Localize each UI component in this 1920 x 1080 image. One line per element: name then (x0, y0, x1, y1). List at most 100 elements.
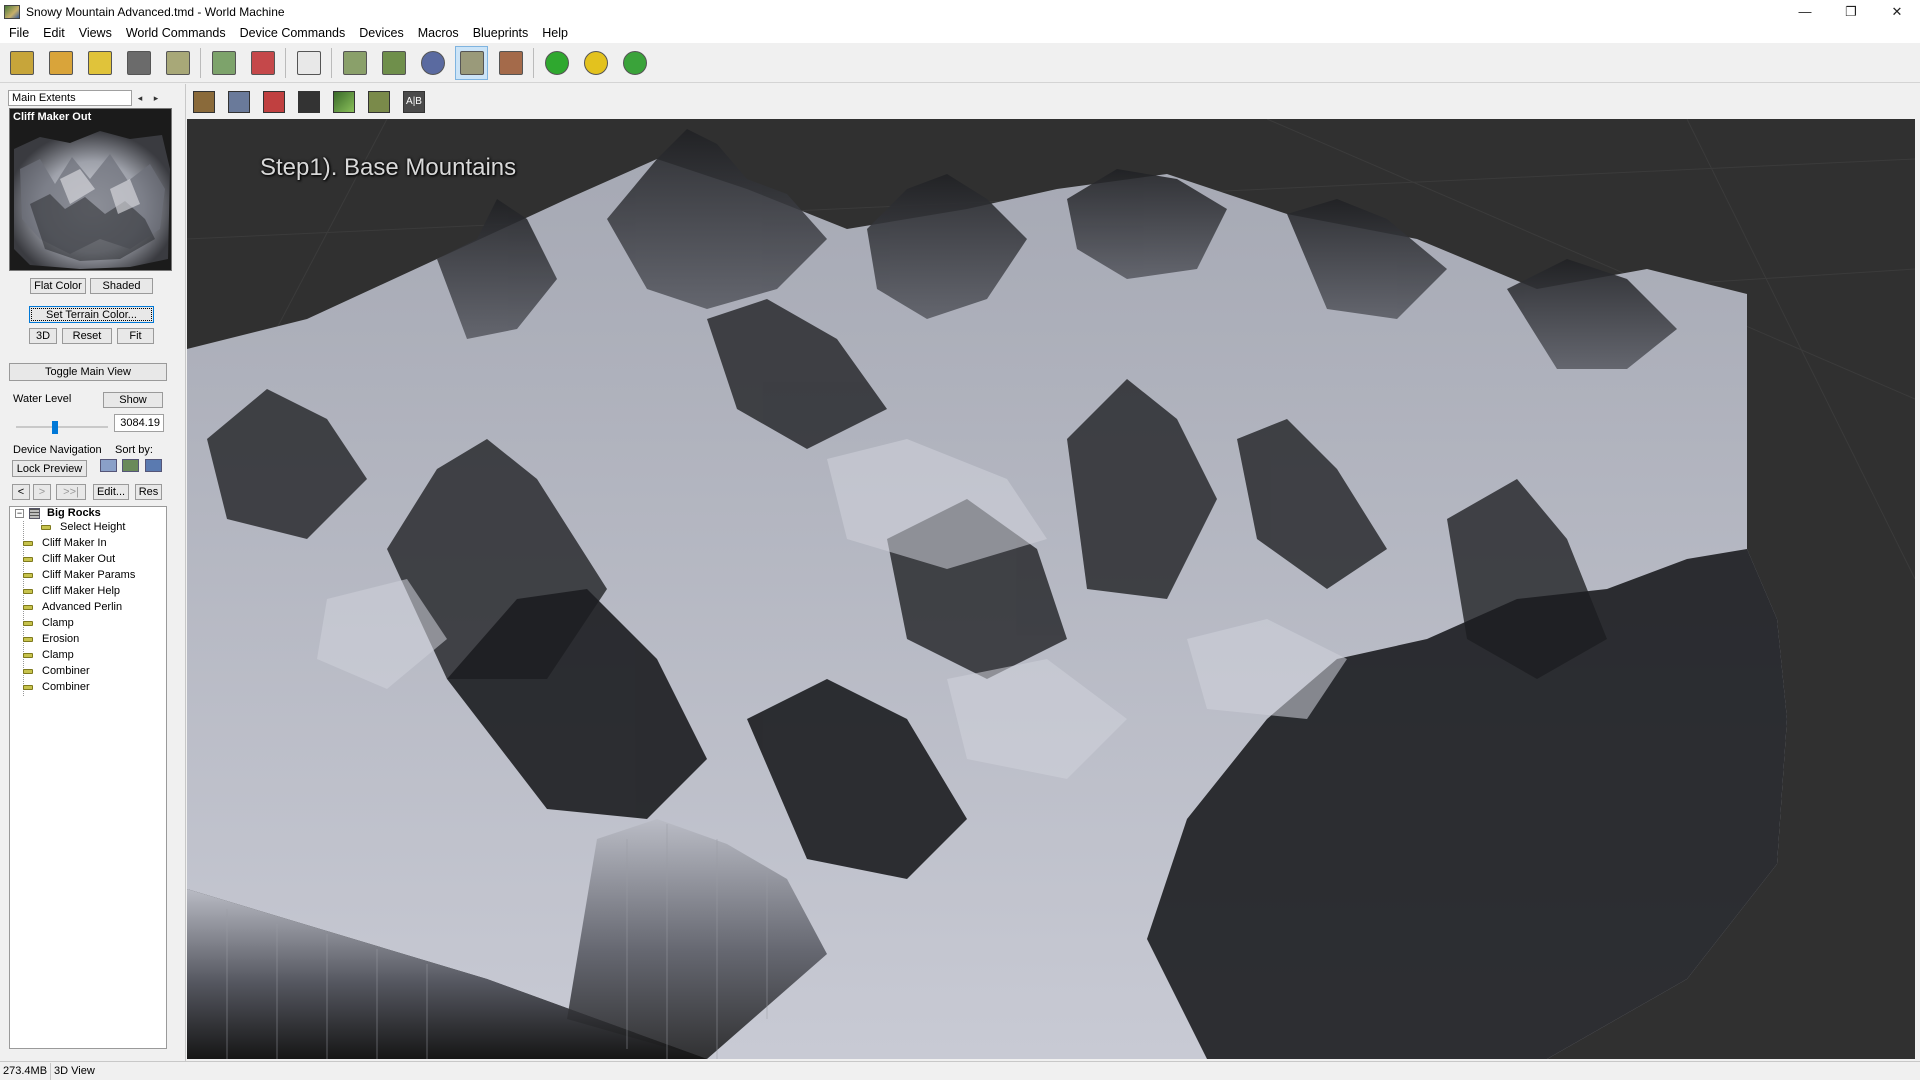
device-icon (23, 589, 33, 594)
menu-device-commands[interactable]: Device Commands (233, 23, 353, 43)
camera-button[interactable] (294, 88, 324, 116)
toolbar-separator (285, 47, 286, 78)
tree-item[interactable]: Combiner (23, 680, 90, 695)
save-button[interactable] (122, 46, 155, 80)
extents-dropdown[interactable]: Main Extents (8, 90, 132, 106)
menu-file[interactable]: File (2, 23, 36, 43)
world-settings-icon (342, 50, 367, 75)
device-icon (23, 541, 33, 546)
preview-reset-button[interactable]: Reset (62, 328, 112, 344)
lock-preview-button[interactable]: Lock Preview (12, 460, 87, 477)
res-button[interactable]: Res (135, 484, 162, 500)
help-button[interactable] (83, 46, 116, 80)
tree-item[interactable]: Advanced Perlin (23, 600, 122, 615)
texture-view-button[interactable] (494, 46, 527, 80)
render-extents-button[interactable] (416, 46, 449, 80)
tree-item[interactable]: Clamp (23, 648, 74, 663)
tree-item[interactable]: Erosion (23, 632, 79, 647)
device-tree[interactable]: − Big Rocks Select Height Cliff Maker In… (9, 506, 167, 1049)
device-icon (23, 573, 33, 578)
open-button[interactable] (44, 46, 77, 80)
menu-edit[interactable]: Edit (36, 23, 72, 43)
water-level-label: Water Level (13, 393, 72, 405)
preview-panel[interactable]: Cliff Maker Out (9, 108, 172, 271)
menu-world-commands[interactable]: World Commands (119, 23, 233, 43)
device-icon (23, 621, 33, 626)
menu-blueprints[interactable]: Blueprints (466, 23, 536, 43)
menu-views[interactable]: Views (72, 23, 119, 43)
device-icon (41, 525, 51, 530)
minimize-button[interactable]: — (1782, 0, 1828, 23)
tree-item-label: Advanced Perlin (42, 601, 123, 613)
edit-device-button[interactable]: Edit... (93, 484, 129, 500)
nav-next-button[interactable]: > (33, 484, 51, 500)
toolbar-separator (533, 47, 534, 78)
maximize-button[interactable]: ❐ (1828, 0, 1874, 23)
nav-last-button[interactable]: >>| (56, 484, 86, 500)
view-3d-button[interactable]: 3D (29, 328, 57, 344)
tile-settings-icon (381, 50, 406, 75)
sort-type-icon[interactable] (122, 459, 139, 472)
current-view-status: 3D View (54, 1064, 95, 1077)
sort-by-label: Sort by: (115, 444, 153, 456)
main-toolbar (0, 43, 1920, 83)
sort-list-icon[interactable] (100, 459, 117, 472)
tree-item[interactable]: Cliff Maker Out (23, 552, 115, 567)
water-level-value[interactable]: 3084.19 (114, 414, 164, 432)
preview-fit-button[interactable]: Fit (117, 328, 154, 344)
tree-item-label: Select Height (60, 521, 126, 533)
window-title: Snowy Mountain Advanced.tmd - World Mach… (26, 4, 285, 19)
world-settings-button[interactable] (338, 46, 371, 80)
terrain-3d-viewport[interactable]: Step1). Base Mountains (187, 119, 1915, 1059)
orbit-button[interactable] (189, 88, 219, 116)
tree-item[interactable]: Cliff Maker Params (23, 568, 135, 583)
tree-item[interactable]: Clamp (23, 616, 74, 631)
toggle-main-view-button[interactable]: Toggle Main View (9, 363, 167, 381)
water-level-slider[interactable] (16, 419, 108, 435)
layout-view-button[interactable] (207, 46, 240, 80)
new-world-button[interactable] (5, 46, 38, 80)
build-yellow-button[interactable] (579, 46, 612, 80)
open-icon (48, 50, 73, 75)
set-terrain-color-button[interactable]: Set Terrain Color... (29, 306, 154, 323)
close-button[interactable]: ✕ (1874, 0, 1920, 23)
device-icon (23, 653, 33, 658)
device-icon (23, 669, 33, 674)
menu-devices[interactable]: Devices (352, 23, 410, 43)
tree-item-select-height[interactable]: Select Height (41, 520, 125, 535)
shaded-button[interactable]: Shaded (90, 278, 153, 294)
tree-item-label: Combiner (42, 665, 90, 677)
build-world-button[interactable] (618, 46, 651, 80)
proc-button[interactable] (224, 88, 254, 116)
random-seed-button[interactable] (292, 46, 325, 80)
ab-compare-button[interactable]: A|B (399, 88, 429, 116)
extents-next-icon[interactable]: ▸ (148, 90, 164, 106)
tree-item[interactable]: Cliff Maker In (23, 536, 107, 551)
sort-order-icon[interactable] (145, 459, 162, 472)
terrain-3d-view-button[interactable] (455, 45, 488, 80)
slider-thumb[interactable] (52, 421, 58, 434)
nav-prev-button[interactable]: < (12, 484, 30, 500)
flat-color-button[interactable]: Flat Color (30, 278, 86, 294)
tree-item[interactable]: Cliff Maker Help (23, 584, 120, 599)
collapse-icon[interactable]: − (15, 509, 24, 518)
menu-macros[interactable]: Macros (411, 23, 466, 43)
water-show-button[interactable]: Show (103, 392, 163, 408)
extents-prev-icon[interactable]: ◂ (132, 90, 148, 106)
title-bar: Snowy Mountain Advanced.tmd - World Mach… (0, 0, 1920, 23)
quality-button[interactable] (364, 88, 394, 116)
tree-group-big-rocks[interactable]: − Big Rocks (15, 506, 101, 521)
tree-item[interactable]: Combiner (23, 664, 90, 679)
tree-item-label: Cliff Maker Params (42, 569, 136, 581)
export-button[interactable] (161, 46, 194, 80)
tree-item-label: Cliff Maker Out (42, 553, 116, 565)
tile-settings-button[interactable] (377, 46, 410, 80)
device-view-button[interactable] (246, 46, 279, 80)
menu-help[interactable]: Help (535, 23, 575, 43)
tree-item-label: Clamp (42, 649, 74, 661)
device-icon (23, 685, 33, 690)
build-green-button[interactable] (540, 46, 573, 80)
line-tool-button[interactable] (329, 88, 359, 116)
reset-view-button[interactable] (259, 88, 289, 116)
build-world-icon (622, 50, 647, 75)
